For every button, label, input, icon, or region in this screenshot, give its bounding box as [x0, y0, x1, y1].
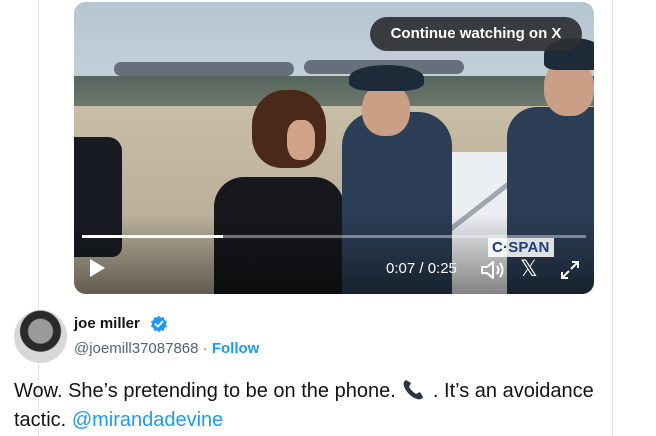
- handle-separator: ·: [202, 340, 208, 357]
- author-handle-line: @joemill37087868 · Follow: [74, 340, 259, 357]
- video-treeline: [74, 76, 594, 106]
- mention-link[interactable]: @mirandadevine: [72, 409, 224, 431]
- video-progress-bar[interactable]: [82, 235, 586, 238]
- volume-icon[interactable]: [480, 259, 506, 281]
- video-aircraft: [114, 62, 294, 76]
- phone-emoji-icon: [403, 380, 424, 400]
- video-officer-head: [362, 84, 410, 136]
- expand-icon[interactable]: [560, 260, 580, 280]
- right-divider: [612, 0, 613, 436]
- play-icon[interactable]: [90, 259, 105, 277]
- follow-button[interactable]: Follow: [212, 340, 260, 357]
- author-name[interactable]: joe miller: [74, 315, 140, 332]
- video-officer-hat: [349, 65, 424, 91]
- video-woman-face: [287, 120, 315, 160]
- video-player[interactable]: Continue watching on X C·SPAN 0:07 / 0:2…: [74, 2, 594, 294]
- left-divider: [38, 0, 39, 436]
- verified-badge-icon: [150, 315, 168, 333]
- cspan-watermark: C·SPAN: [488, 238, 554, 257]
- author-handle[interactable]: @joemill37087868: [74, 340, 198, 357]
- tweet-text: Wow. She’s pretending to be on the phone…: [14, 377, 614, 435]
- tweet-text-part1: Wow. She’s pretending to be on the phone…: [14, 380, 396, 402]
- video-time: 0:07 / 0:25: [386, 260, 457, 277]
- video-progress-fill: [82, 235, 224, 238]
- continue-watching-button[interactable]: Continue watching on X: [370, 17, 582, 51]
- x-logo-icon[interactable]: 𝕏: [520, 259, 538, 281]
- avatar[interactable]: [14, 310, 67, 363]
